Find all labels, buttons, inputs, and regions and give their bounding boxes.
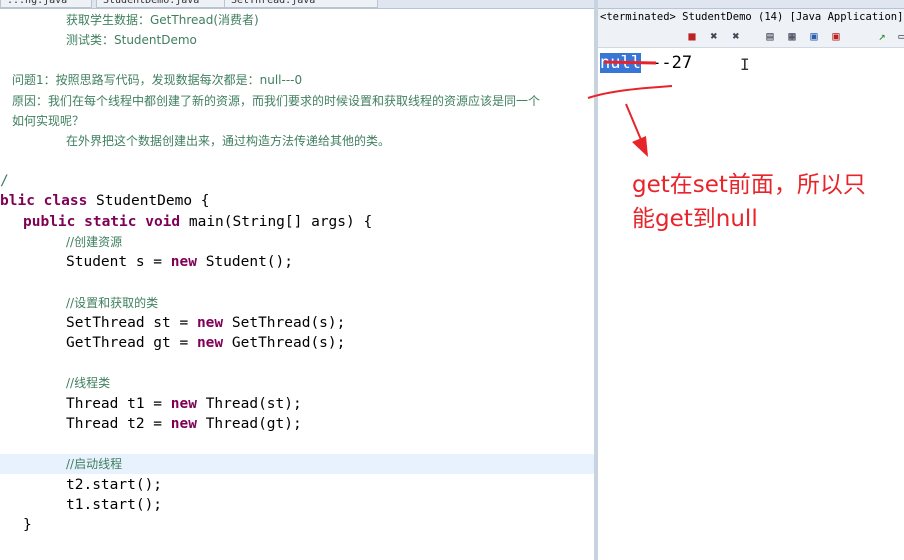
arrow-head-icon (632, 136, 648, 157)
annotation-overlay (587, 60, 673, 157)
annotation-note: get在set前面，所以只 能get到null (632, 168, 902, 236)
underline-stroke (587, 85, 673, 99)
annotation-line-1: get在set前面，所以只 (632, 172, 866, 198)
annotation-line-2: 能get到null (632, 206, 758, 232)
output-underline (603, 60, 657, 65)
